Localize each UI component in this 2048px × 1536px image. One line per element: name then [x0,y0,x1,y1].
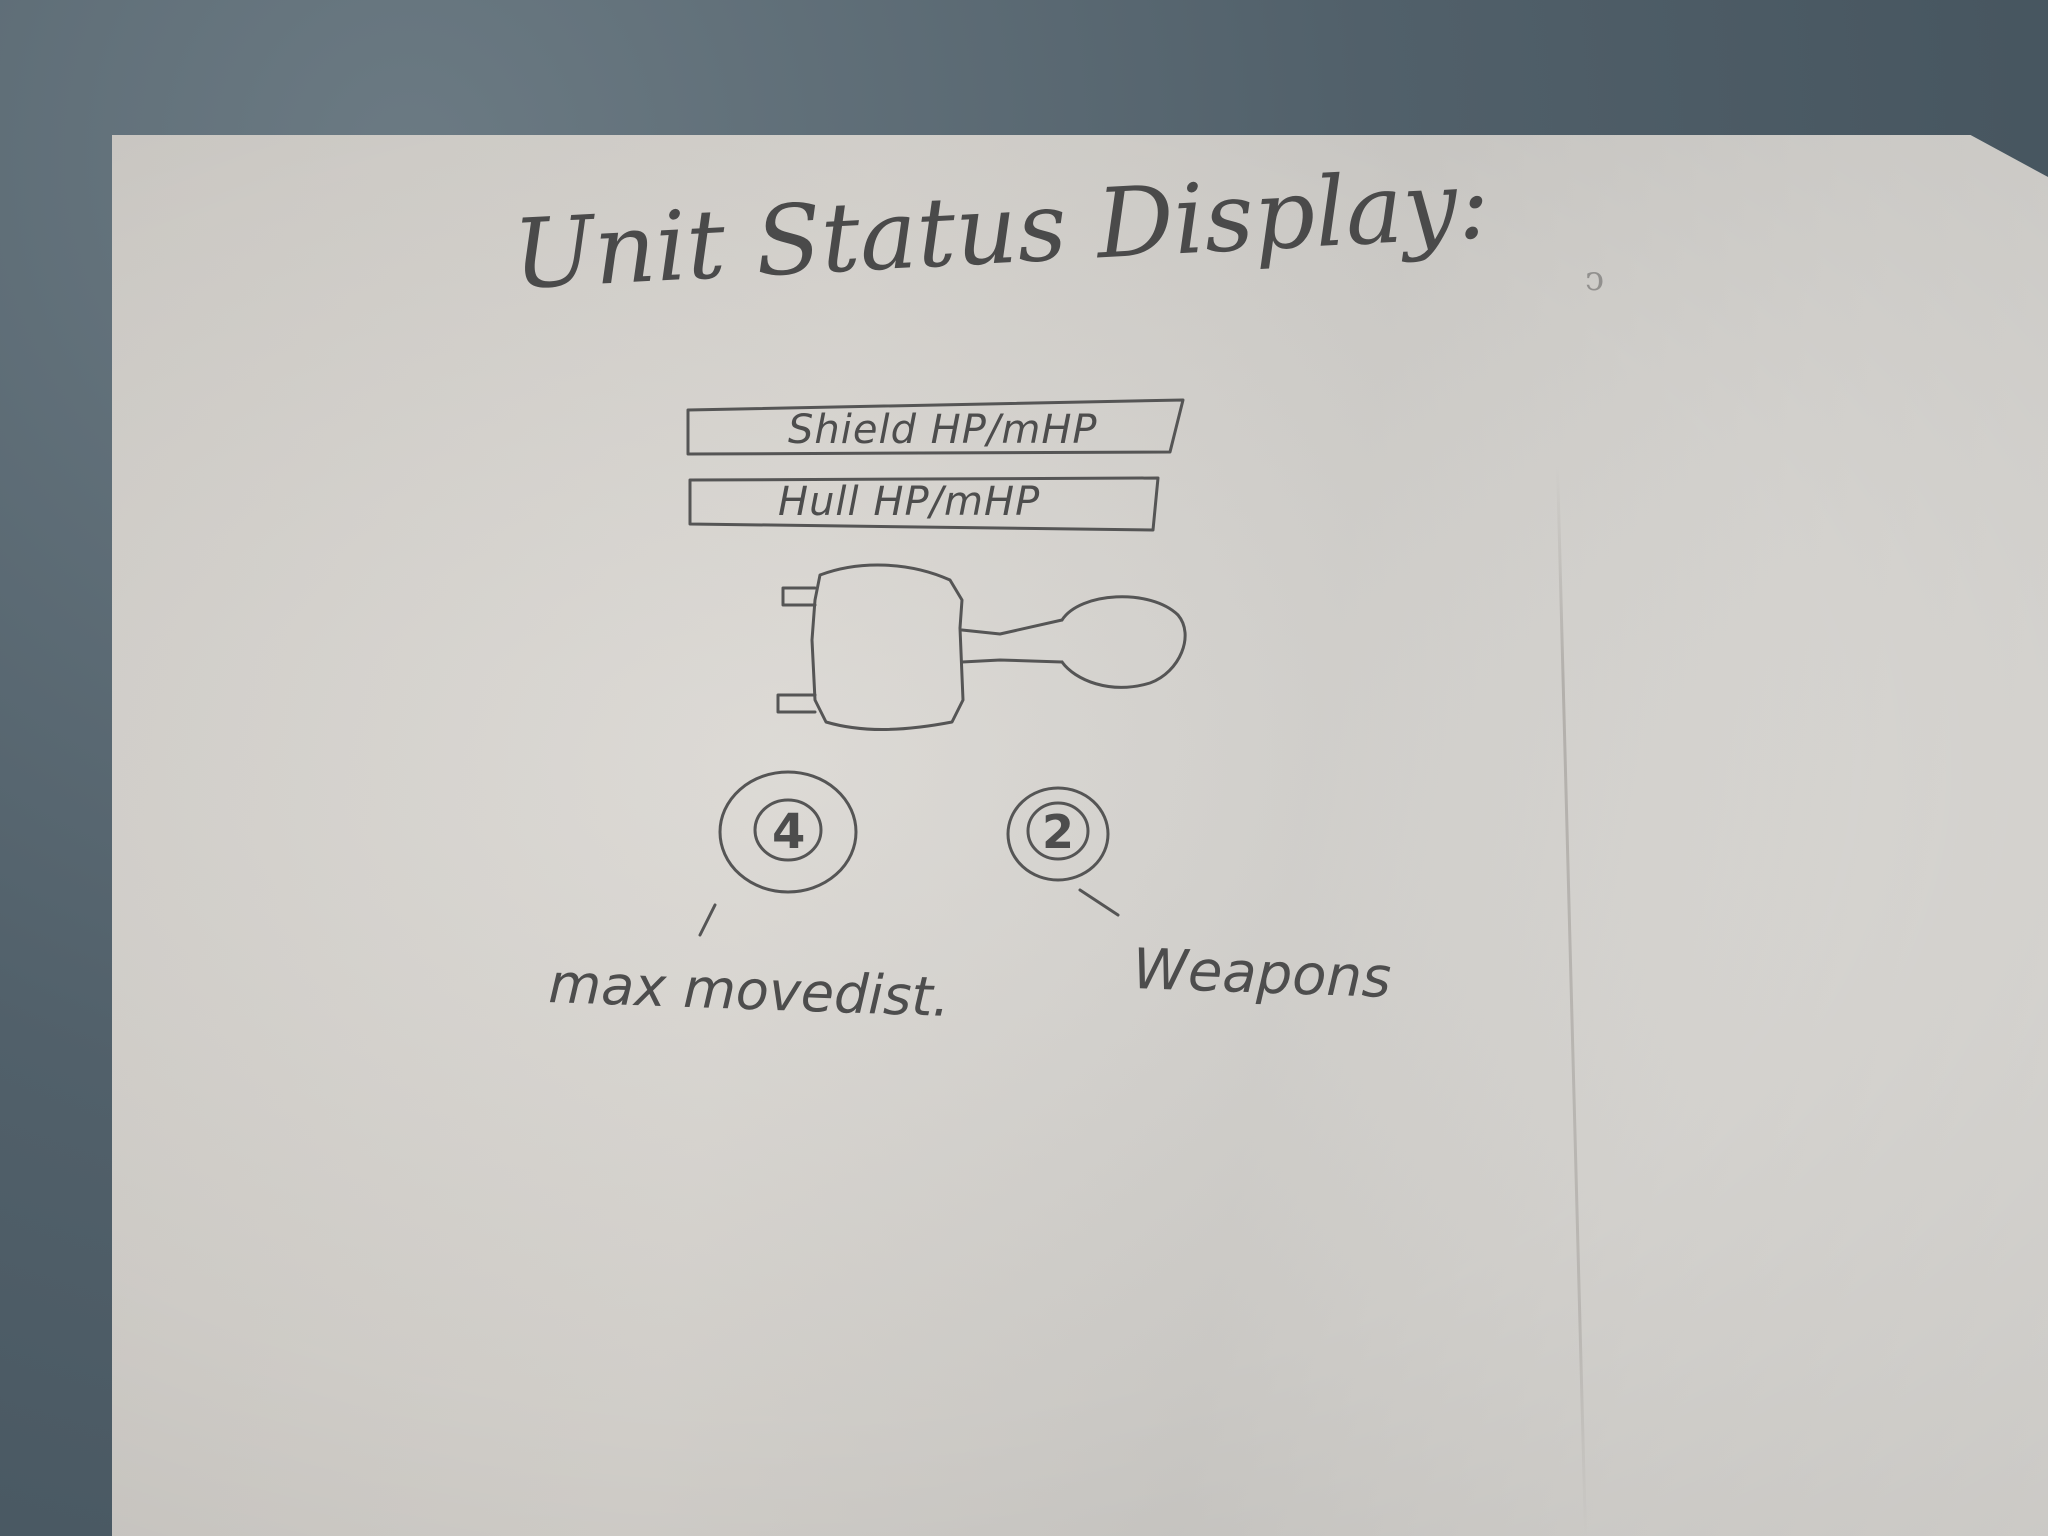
ship-icon [776,563,1187,731]
sketch-title: Unit Status Display: [510,148,1492,311]
weapons-value: 2 [1042,805,1074,859]
move-distance-caption: max movedist. [548,952,951,1029]
hull-bar: Hull HP/mHP [688,476,1160,532]
photo-scene: Unit Status Display: ↄ Shield HP/mHP Hul… [0,0,2048,1536]
shield-bar: Shield HP/mHP [686,398,1185,456]
move-distance-badge: 4 [718,770,858,894]
hull-bar-label: Hull HP/mHP [778,479,1040,525]
stray-mark: ↄ [1585,259,1604,299]
shield-bar-label: Shield HP/mHP [788,407,1098,453]
move-distance-value: 4 [772,804,805,860]
weapons-badge: 2 [1006,786,1110,882]
weapons-caption: Weapons [1132,937,1393,1011]
move-distance-pointer [698,903,717,937]
weapons-pointer [1078,888,1120,917]
pencil-sketch: Unit Status Display: ↄ Shield HP/mHP Hul… [510,148,1604,1029]
